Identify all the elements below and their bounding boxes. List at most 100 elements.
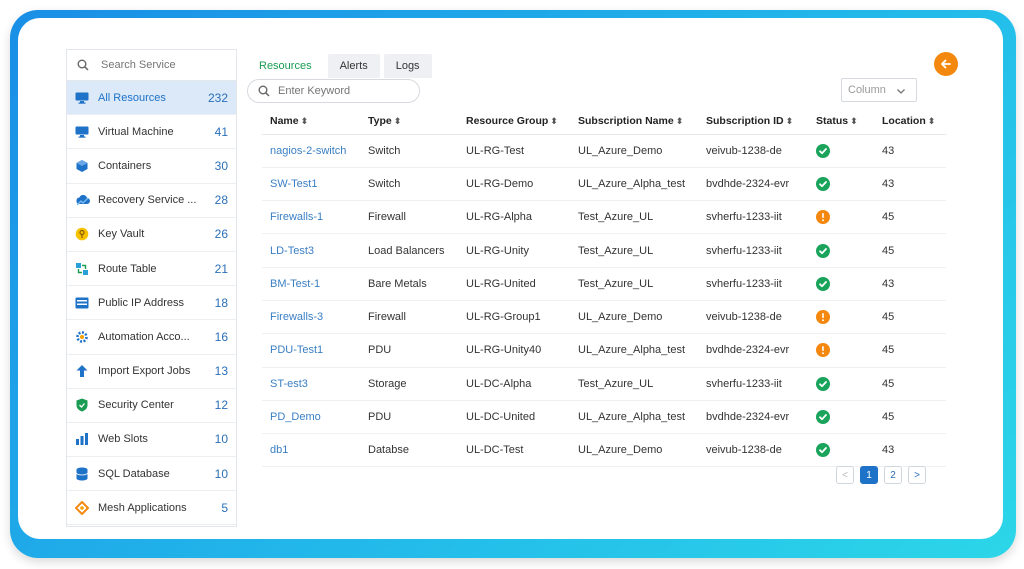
tab-logs[interactable]: Logs bbox=[383, 54, 432, 78]
status-cell bbox=[808, 333, 874, 368]
sidebar-item-mesh-applications[interactable]: Mesh Applications 5 bbox=[67, 491, 236, 526]
location: 43 bbox=[874, 433, 946, 468]
resource-name-link[interactable]: Firewalls-3 bbox=[262, 300, 360, 335]
status-ok-icon bbox=[816, 176, 830, 191]
resource-name-link[interactable]: db1 bbox=[262, 433, 360, 468]
resource-type: Firewall bbox=[360, 300, 458, 335]
sidebar-item-import-export-jobs[interactable]: Import Export Jobs 13 bbox=[67, 355, 236, 389]
column-select[interactable]: Column bbox=[841, 78, 917, 102]
resource-group: UL-RG-Group1 bbox=[458, 300, 570, 335]
status-cell bbox=[808, 167, 874, 202]
subscription-id: svherfu-1233-iit bbox=[698, 200, 808, 235]
tab-resources[interactable]: Resources bbox=[247, 54, 324, 78]
table-header-row: Name ⬍ Type ⬍ Resource Group ⬍ Subscription… bbox=[262, 108, 946, 135]
status-cell bbox=[808, 134, 874, 168]
prev-page-button[interactable]: < bbox=[836, 466, 854, 484]
table-row: nagios-2-switch Switch UL-RG-Test UL_Azure_… bbox=[262, 134, 946, 168]
sidebar-item-recovery-service[interactable]: Recovery Service ... 28 bbox=[67, 184, 236, 218]
service-search-input[interactable] bbox=[101, 59, 231, 71]
resource-group: UL-DC-Test bbox=[458, 433, 570, 468]
resource-name-link[interactable]: nagios-2-switch bbox=[262, 134, 360, 168]
cloud-icon bbox=[74, 192, 90, 208]
col-subscription-id[interactable]: Subscription ID ⬍ bbox=[698, 108, 808, 135]
status-warning-icon bbox=[816, 210, 830, 225]
sidebar-item-web-slots[interactable]: Web Slots 10 bbox=[67, 423, 236, 458]
table-row: PDU-Test1 PDU UL-RG-Unity40 UL_Azure_Alpha_… bbox=[262, 333, 946, 368]
monitor-icon bbox=[74, 124, 90, 140]
resource-group: UL-RG-Test bbox=[458, 134, 570, 168]
table-row: db1 Databse UL-DC-Test UL_Azure_Demo veivub-… bbox=[262, 433, 946, 468]
resource-name-link[interactable]: PDU-Test1 bbox=[262, 333, 360, 368]
subscription-name: UL_Azure_Alpha_test bbox=[570, 333, 698, 368]
sidebar-item-count: 10 bbox=[214, 432, 228, 447]
sidebar-item-security-center[interactable]: Security Center 12 bbox=[67, 389, 236, 423]
resource-name-link[interactable]: BM-Test-1 bbox=[262, 267, 360, 301]
column-select-label: Column bbox=[848, 84, 886, 96]
resource-type: Databse bbox=[360, 433, 458, 468]
gear-icon bbox=[74, 329, 90, 345]
sidebar-item-label: Import Export Jobs bbox=[98, 365, 191, 378]
sidebar-item-virtual-machine[interactable]: Virtual Machine 41 bbox=[67, 115, 236, 150]
next-page-button[interactable]: > bbox=[908, 466, 926, 484]
col-type[interactable]: Type ⬍ bbox=[360, 108, 458, 135]
col-subscription-name[interactable]: Subscription Name ⬍ bbox=[570, 108, 698, 135]
sidebar-item-label: Automation Acco... bbox=[98, 330, 190, 343]
back-button[interactable] bbox=[934, 52, 958, 76]
subscription-id: veivub-1238-de bbox=[698, 134, 808, 168]
resource-name-link[interactable]: PD_Demo bbox=[262, 400, 360, 435]
subscription-id: bvdhde-2324-evr bbox=[698, 167, 808, 202]
subscription-id: veivub-1238-de bbox=[698, 433, 808, 468]
sidebar-item-label: SQL Database bbox=[98, 467, 170, 480]
sidebar-item-label: Security Center bbox=[98, 399, 174, 412]
resource-name-link[interactable]: LD-Test3 bbox=[262, 233, 360, 268]
sidebar-item-count: 30 bbox=[214, 158, 228, 173]
service-sidebar: All Resources 232 Virtual Machine 41 Contain… bbox=[66, 49, 237, 527]
col-name[interactable]: Name ⬍ bbox=[262, 108, 360, 135]
sidebar-item-sql-database[interactable]: SQL Database 10 bbox=[67, 457, 236, 492]
sidebar-item-automation-acco[interactable]: Automation Acco... 16 bbox=[67, 320, 236, 355]
table-row: LD-Test3 Load Balancers UL-RG-Unity Test_Az… bbox=[262, 233, 946, 268]
keyword-input[interactable] bbox=[278, 85, 408, 97]
subscription-id: svherfu-1233-iit bbox=[698, 367, 808, 401]
status-ok-icon bbox=[816, 376, 830, 391]
status-ok-icon bbox=[816, 443, 830, 458]
location: 43 bbox=[874, 267, 946, 301]
sidebar-item-label: Web Slots bbox=[98, 433, 148, 446]
sidebar-item-count: 41 bbox=[214, 124, 228, 139]
sidebar-item-count: 16 bbox=[214, 329, 228, 344]
database-icon bbox=[74, 466, 90, 482]
status-warning-icon bbox=[816, 310, 830, 325]
sidebar-item-key-vault[interactable]: Key Vault 26 bbox=[67, 218, 236, 252]
subscription-id: svherfu-1233-iit bbox=[698, 233, 808, 268]
page-1-button[interactable]: 1 bbox=[860, 466, 878, 484]
resource-type: Load Balancers bbox=[360, 233, 458, 268]
table-row: BM-Test-1 Bare Metals UL-RG-United Test_Azu… bbox=[262, 267, 946, 301]
pagination: < 1 2 > bbox=[836, 466, 932, 484]
subscription-id: bvdhde-2324-evr bbox=[698, 400, 808, 435]
col-status[interactable]: Status ⬍ bbox=[808, 108, 874, 135]
resource-name-link[interactable]: ST-est3 bbox=[262, 367, 360, 401]
service-search[interactable] bbox=[67, 50, 236, 81]
containers-icon bbox=[74, 158, 90, 174]
resource-type: Firewall bbox=[360, 200, 458, 235]
resource-name-link[interactable]: SW-Test1 bbox=[262, 167, 360, 202]
resources-table: Name ⬍ Type ⬍ Resource Group ⬍ Subscription… bbox=[262, 108, 946, 468]
location: 45 bbox=[874, 367, 946, 401]
col-location[interactable]: Location ⬍ bbox=[874, 108, 946, 135]
location: 45 bbox=[874, 400, 946, 435]
page-2-button[interactable]: 2 bbox=[884, 466, 902, 484]
col-resource-group[interactable]: Resource Group ⬍ bbox=[458, 108, 570, 135]
location: 45 bbox=[874, 233, 946, 268]
table-row: Firewalls-1 Firewall UL-RG-Alpha Test_Azure… bbox=[262, 200, 946, 235]
resource-type: PDU bbox=[360, 400, 458, 435]
keyword-search[interactable] bbox=[247, 79, 420, 103]
tab-alerts[interactable]: Alerts bbox=[327, 54, 380, 78]
sidebar-item-route-table[interactable]: Route Table 21 bbox=[67, 252, 236, 287]
sidebar-item-all-resources[interactable]: All Resources 232 bbox=[67, 81, 236, 116]
sidebar-item-label: Key Vault bbox=[98, 228, 145, 241]
resource-name-link[interactable]: Firewalls-1 bbox=[262, 200, 360, 235]
web-slots-icon bbox=[74, 431, 90, 447]
resource-group: UL-RG-Alpha bbox=[458, 200, 570, 235]
sidebar-item-public-ip-address[interactable]: Public IP Address 18 bbox=[67, 286, 236, 321]
sidebar-item-containers[interactable]: Containers 30 bbox=[67, 149, 236, 184]
